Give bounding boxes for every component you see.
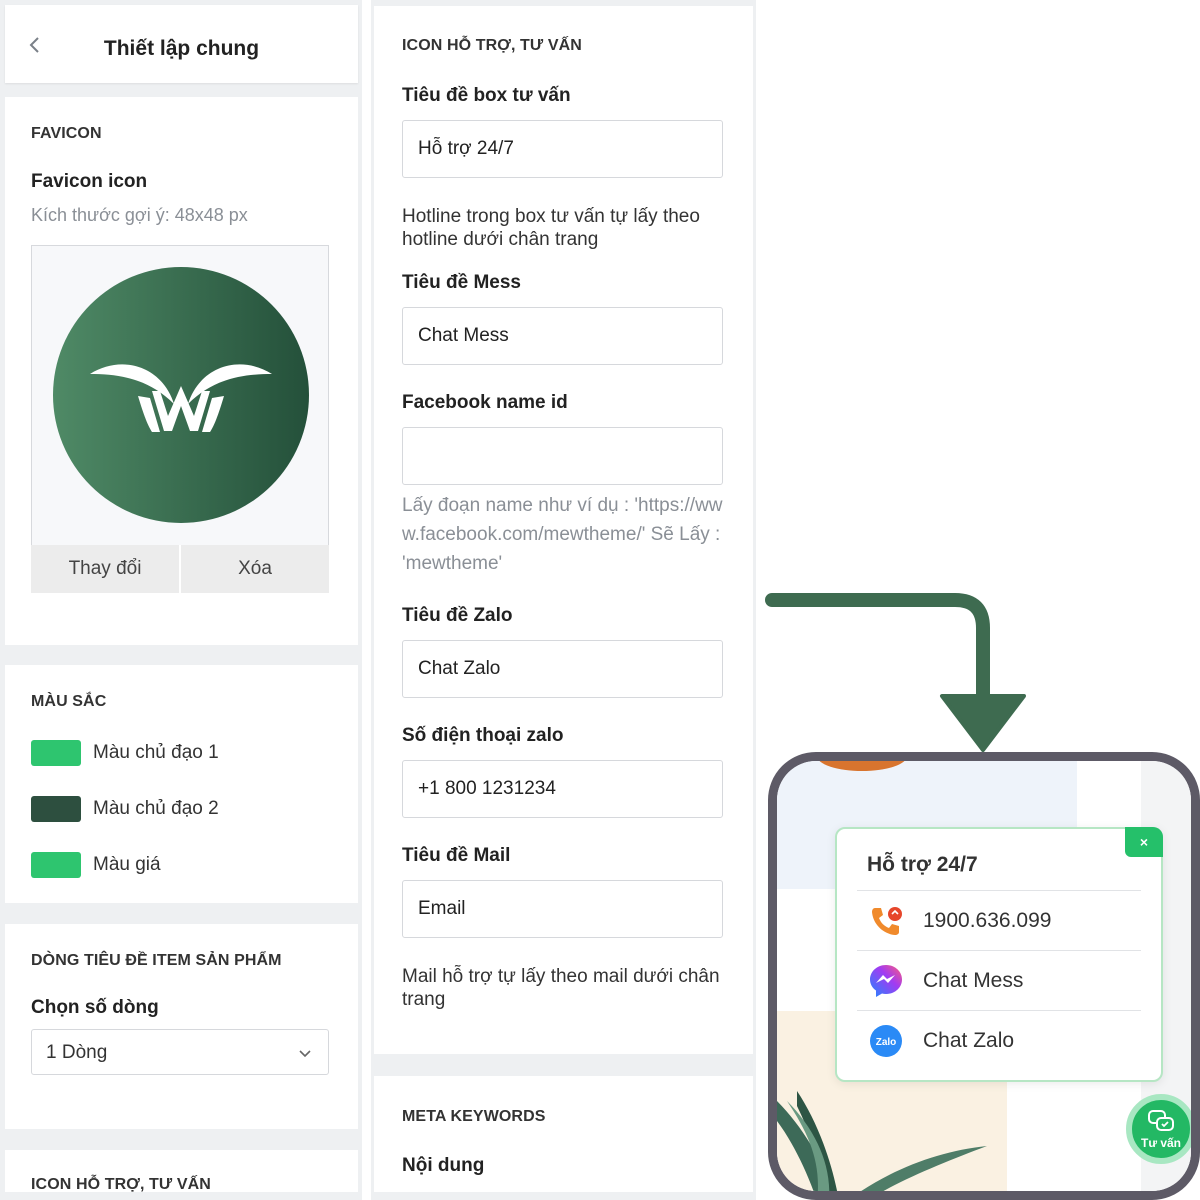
facebook-id-input[interactable]: [402, 427, 723, 485]
popup-title: Hỗ trợ 24/7: [867, 853, 978, 876]
support-section: ICON HỖ TRỢ, TƯ VẤN Tiêu đề box tư vấn H…: [374, 6, 753, 1054]
chevron-down-icon: [299, 1050, 311, 1058]
delete-favicon-button[interactable]: Xóa: [179, 545, 329, 593]
zalo-icon: Zalo: [870, 1024, 902, 1057]
section-title: META KEYWORDS: [402, 1108, 546, 1125]
keywords-content-label: Nội dung: [402, 1155, 485, 1176]
select-value: 1 Dòng: [46, 1042, 108, 1063]
input-value: Chat Zalo: [418, 658, 501, 679]
color-row-price[interactable]: Màu giá: [31, 852, 161, 878]
svg-text:Zalo: Zalo: [876, 1037, 897, 1048]
favicon-logo-image: [53, 267, 309, 523]
zalo-phone-label: Số điện thoại zalo: [402, 725, 564, 746]
settings-panel: Thiết lập chung FAVICON Favicon icon Kíc…: [0, 0, 362, 1200]
title-lines-section: DÒNG TIÊU ĐỀ ITEM SẢN PHẨM Chọn số dòng …: [5, 924, 358, 1129]
favicon-label: Favicon icon: [31, 171, 148, 192]
section-title: FAVICON: [31, 125, 102, 142]
facebook-id-label: Facebook name id: [402, 392, 568, 413]
line-count-select[interactable]: 1 Dòng: [31, 1029, 329, 1075]
box-title-label: Tiêu đề box tư vấn: [402, 85, 571, 106]
zalo-phone-input[interactable]: +1 800 1231234: [402, 760, 723, 818]
support-widget-preview: Hỗ trợ 24/7 × 1900.636.099 Chat Mess Zal…: [768, 752, 1200, 1200]
mess-title-input[interactable]: Chat Mess: [402, 307, 723, 365]
input-value: +1 800 1231234: [418, 778, 556, 799]
meta-keywords-section: META KEYWORDS Nội dung: [374, 1076, 753, 1192]
close-icon[interactable]: ×: [1125, 827, 1163, 857]
color-label: Màu chủ đạo 1: [93, 742, 219, 763]
panel-header: Thiết lập chung: [5, 5, 358, 83]
favicon-actions: Thay đổi Xóa: [31, 545, 329, 593]
color-swatch[interactable]: [31, 796, 81, 822]
support-row-label: Chat Zalo: [923, 1028, 1015, 1052]
input-value: Email: [418, 898, 466, 919]
section-title: DÒNG TIÊU ĐỀ ITEM SẢN PHẨM: [31, 952, 282, 969]
section-title: ICON HỖ TRỢ, TƯ VẤN: [31, 1176, 211, 1192]
support-fab-button[interactable]: Tư vấn: [1126, 1094, 1191, 1164]
hotline-note: Hotline trong box tư vấn tự lấy theo hot…: [402, 206, 700, 250]
line-count-label: Chọn số dòng: [31, 997, 159, 1018]
colors-section: MÀU SẮC Màu chủ đạo 1 Màu chủ đạo 2 Màu …: [5, 665, 358, 903]
support-row-phone[interactable]: 1900.636.099: [857, 890, 1141, 950]
support-row-messenger[interactable]: Chat Mess: [857, 950, 1141, 1010]
support-row-zalo[interactable]: Zalo Chat Zalo: [857, 1010, 1141, 1070]
mail-title-label: Tiêu đề Mail: [402, 845, 511, 866]
zalo-title-label: Tiêu đề Zalo: [402, 605, 513, 626]
color-label: Màu giá: [93, 854, 161, 875]
favicon-size-hint: Kích thước gợi ý: 48x48 px: [31, 205, 248, 225]
color-swatch[interactable]: [31, 740, 81, 766]
input-value: Chat Mess: [418, 325, 509, 346]
box-title-input[interactable]: Hỗ trợ 24/7: [402, 120, 723, 178]
color-row-primary-1[interactable]: Màu chủ đạo 1: [31, 740, 219, 766]
messenger-icon: [870, 964, 902, 997]
mail-title-input[interactable]: Email: [402, 880, 723, 938]
mail-note: Mail hỗ trợ tự lấy theo mail dưới chân t…: [402, 966, 720, 1010]
mess-title-label: Tiêu đề Mess: [402, 272, 521, 293]
phone-icon: [872, 906, 902, 935]
change-favicon-button[interactable]: Thay đổi: [31, 545, 179, 593]
page-title: Thiết lập chung: [103, 37, 260, 60]
support-settings-panel: ICON HỖ TRỢ, TƯ VẤN Tiêu đề box tư vấn H…: [371, 0, 756, 1200]
support-row-label: 1900.636.099: [923, 908, 1052, 932]
support-popup: Hỗ trợ 24/7 × 1900.636.099 Chat Mess Zal…: [835, 827, 1163, 1082]
color-label: Màu chủ đạo 2: [93, 798, 219, 819]
section-title: MÀU SẮC: [31, 693, 107, 710]
facebook-id-hint: Lấy đoạn name như ví dụ : 'https://www.f…: [402, 495, 723, 574]
chat-icon: [1148, 1110, 1174, 1131]
fab-label: Tư vấn: [1140, 1136, 1182, 1150]
support-icon-section-collapsed: ICON HỖ TRỢ, TƯ VẤN: [5, 1150, 358, 1192]
color-row-primary-2[interactable]: Màu chủ đạo 2: [31, 796, 219, 822]
support-row-label: Chat Mess: [923, 968, 1024, 992]
section-title: ICON HỖ TRỢ, TƯ VẤN: [402, 37, 582, 54]
zalo-title-input[interactable]: Chat Zalo: [402, 640, 723, 698]
color-swatch[interactable]: [31, 852, 81, 878]
favicon-section: FAVICON Favicon icon Kích thước gợi ý: 4…: [5, 97, 358, 645]
favicon-preview: [31, 245, 329, 593]
input-value: Hỗ trợ 24/7: [418, 138, 514, 159]
